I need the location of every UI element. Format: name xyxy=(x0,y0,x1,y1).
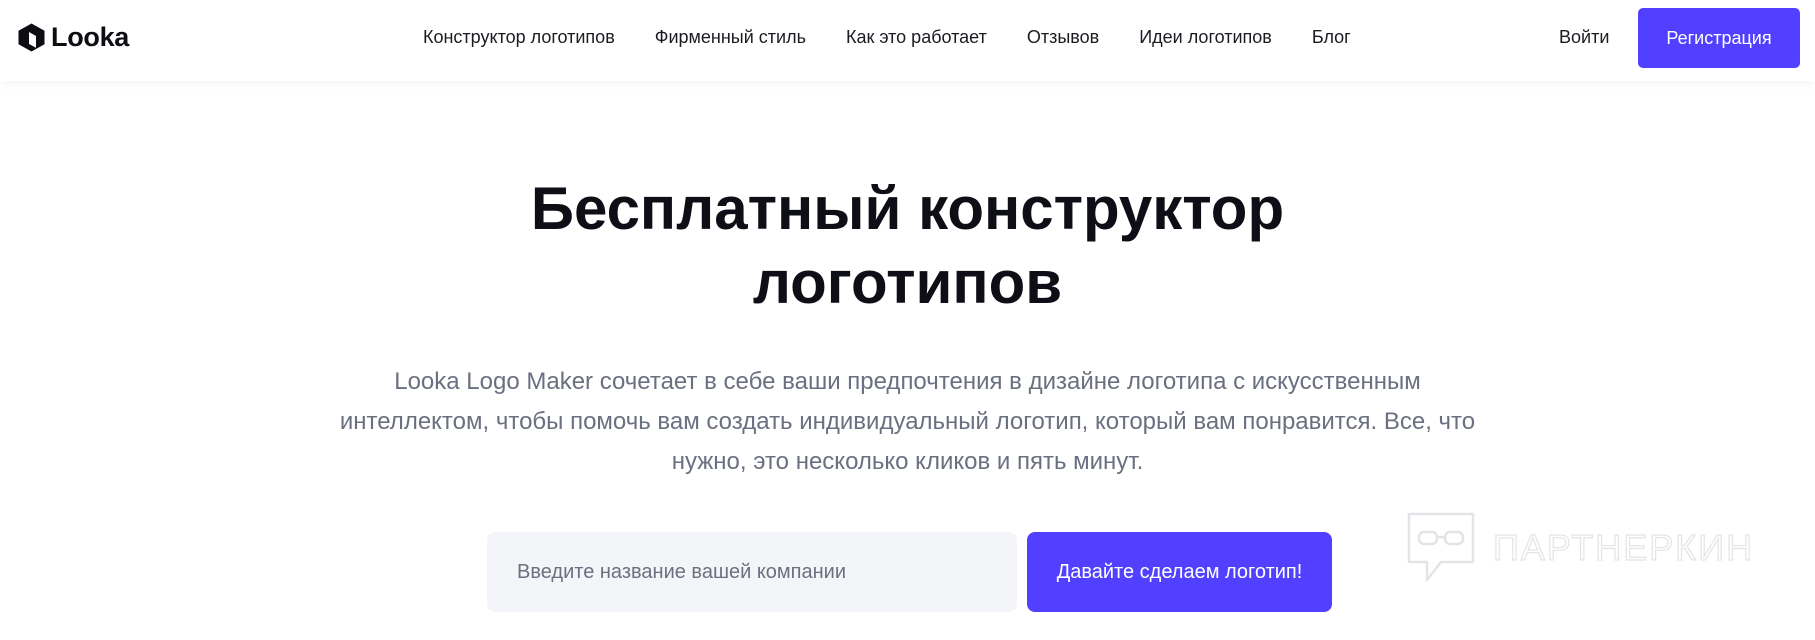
company-name-input[interactable] xyxy=(487,532,1017,612)
looka-logo-icon xyxy=(18,23,45,52)
login-link[interactable]: Войти xyxy=(1559,27,1609,48)
main-nav: Конструктор логотипов Фирменный стиль Ка… xyxy=(423,27,1351,48)
watermark: ПАРТНЕРКИН xyxy=(1405,510,1754,586)
watermark-text: ПАРТНЕРКИН xyxy=(1492,526,1755,568)
nav-item-brand-identity[interactable]: Фирменный стиль xyxy=(655,27,806,48)
hero-subtitle: Looka Logo Maker сочетает в себе ваши пр… xyxy=(339,368,1476,475)
hero-title-line-2: логотипов xyxy=(752,249,1063,316)
logo-wordmark: Looka xyxy=(51,22,130,52)
chat-bubble-glasses-icon xyxy=(1407,512,1475,582)
make-logo-button[interactable]: Давайте сделаем логотип! xyxy=(1027,532,1332,612)
nav-item-blog[interactable]: Блог xyxy=(1312,27,1351,48)
signup-button[interactable]: Регистрация xyxy=(1638,8,1800,68)
nav-item-reviews[interactable]: Отзывов xyxy=(1027,27,1099,48)
hero-title-line-1: Бесплатный конструктор xyxy=(530,175,1285,242)
top-navigation-bar: Looka Конструктор логотипов Фирменный ст… xyxy=(0,0,1815,81)
nav-item-logo-maker[interactable]: Конструктор логотипов xyxy=(423,27,615,48)
looka-logo[interactable]: Looka xyxy=(18,22,129,53)
nav-item-logo-ideas[interactable]: Идеи логотипов xyxy=(1139,27,1272,48)
hero-title: Бесплатный конструктор логотипов xyxy=(0,172,1815,320)
nav-item-how-it-works[interactable]: Как это работает xyxy=(846,27,987,48)
